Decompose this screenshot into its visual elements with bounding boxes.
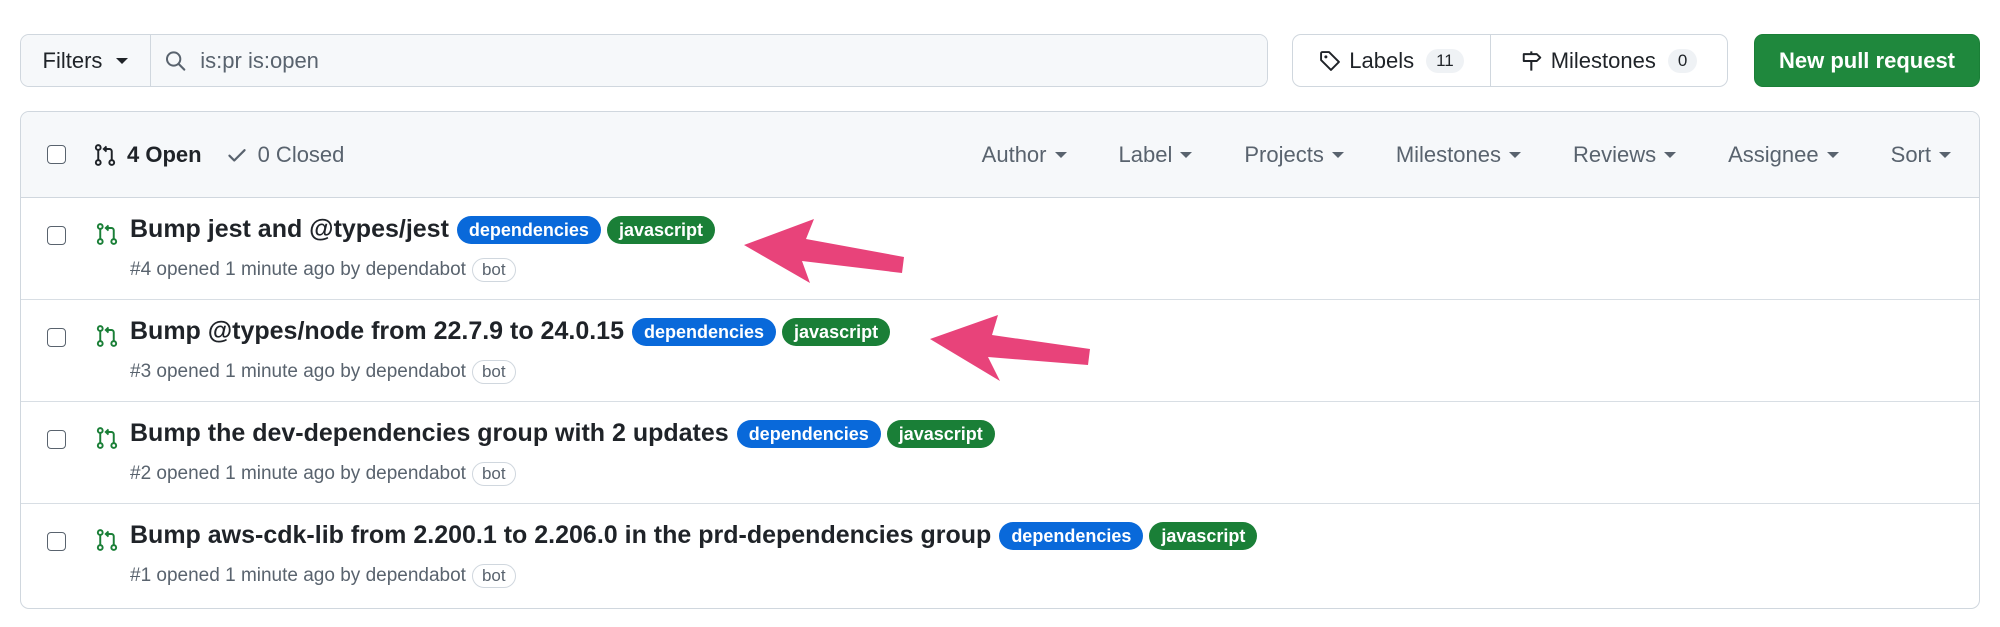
bot-badge: bot: [471, 462, 516, 486]
label-menu-label: Label: [1118, 142, 1173, 167]
milestones-button[interactable]: Milestones 0: [1491, 35, 1727, 86]
pr-meta: #1 opened 1 minute ago by dependabot bot: [130, 564, 516, 588]
label-dependencies[interactable]: dependencies: [736, 419, 881, 448]
closed-count-label: 0 Closed: [257, 142, 345, 167]
label-menu[interactable]: Label: [1119, 142, 1193, 168]
search-wrap: [151, 35, 1267, 86]
git-pull-request-icon: [96, 325, 118, 347]
git-pull-request-icon: [96, 427, 118, 449]
label-javascript[interactable]: javascript: [782, 317, 891, 346]
select-all-checkbox[interactable]: [47, 145, 66, 164]
reviews-menu-label: Reviews: [1572, 142, 1657, 167]
label-javascript[interactable]: javascript: [606, 215, 716, 244]
pr-meta: #4 opened 1 minute ago by dependabot bot: [130, 258, 516, 282]
filters-label: Filters: [42, 47, 103, 73]
search-input[interactable]: [200, 47, 1267, 74]
pr-title-line: Bump jest and @types/jest dependencies j…: [130, 215, 716, 244]
filters-button[interactable]: Filters: [21, 35, 151, 86]
milestones-menu-label: Milestones: [1395, 142, 1501, 167]
table-row: Bump aws-cdk-lib from 2.200.1 to 2.206.0…: [21, 504, 1979, 606]
sort-menu[interactable]: Sort: [1891, 142, 1951, 168]
open-count-label: 4 Open: [127, 142, 202, 167]
milestones-count: 0: [1667, 48, 1698, 73]
pr-meta-text: #1 opened 1 minute ago by dependabot: [130, 565, 466, 586]
reviews-menu[interactable]: Reviews: [1572, 142, 1677, 168]
bot-badge: bot: [471, 564, 516, 588]
open-filter[interactable]: 4 Open: [93, 142, 202, 168]
pr-meta: #2 opened 1 minute ago by dependabot bot: [130, 462, 516, 486]
row-checkbox[interactable]: [47, 532, 66, 551]
pr-title-link[interactable]: Bump the dev-dependencies group with 2 u…: [130, 419, 729, 448]
filter-menus: Author Label Projects Milestones Reviews…: [930, 112, 1951, 198]
pr-title-link[interactable]: Bump aws-cdk-lib from 2.200.1 to 2.206.0…: [130, 521, 991, 550]
bot-badge: bot: [471, 258, 516, 282]
pr-title-line: Bump @types/node from 22.7.9 to 24.0.15 …: [130, 317, 891, 346]
pr-meta: #3 opened 1 minute ago by dependabot bot: [130, 360, 516, 384]
filter-search-group: Filters: [20, 34, 1268, 87]
caret-down-icon: [1180, 152, 1193, 158]
projects-menu[interactable]: Projects: [1244, 142, 1344, 168]
assignee-menu[interactable]: Assignee: [1728, 142, 1839, 168]
annotation-arrow-1: [744, 219, 904, 283]
assignee-menu-label: Assignee: [1728, 142, 1819, 167]
git-pull-request-icon: [94, 144, 116, 166]
label-dependencies[interactable]: dependencies: [456, 215, 601, 244]
annotation-arrow-2: [930, 315, 1090, 381]
table-row: Bump jest and @types/jest dependencies j…: [21, 198, 1979, 300]
milestone-icon: [1522, 50, 1541, 71]
label-dependencies[interactable]: dependencies: [999, 521, 1144, 550]
new-pull-request-label: New pull request: [1778, 47, 1956, 73]
labels-label: Labels: [1349, 47, 1415, 73]
caret-down-icon: [1939, 152, 1951, 158]
pr-title-line: Bump the dev-dependencies group with 2 u…: [130, 419, 995, 448]
git-pull-request-icon: [96, 529, 118, 551]
list-header: 4 Open 0 Closed Author Label Projects Mi…: [21, 112, 1979, 198]
row-checkbox[interactable]: [47, 328, 66, 347]
table-row: Bump the dev-dependencies group with 2 u…: [21, 402, 1979, 504]
pr-meta-text: #4 opened 1 minute ago by dependabot: [130, 259, 466, 280]
pr-meta-text: #3 opened 1 minute ago by dependabot: [130, 361, 466, 382]
projects-menu-label: Projects: [1244, 142, 1324, 167]
caret-down-icon: [116, 57, 129, 64]
new-pull-request-button[interactable]: New pull request: [1754, 34, 1980, 87]
pr-meta-text: #2 opened 1 minute ago by dependabot: [130, 463, 466, 484]
closed-filter[interactable]: 0 Closed: [226, 142, 345, 168]
label-javascript[interactable]: javascript: [886, 419, 995, 448]
caret-down-icon: [1508, 152, 1521, 158]
labels-milestones-group: Labels 11 Milestones 0: [1292, 34, 1728, 87]
pr-title-link[interactable]: Bump jest and @types/jest: [130, 215, 449, 244]
caret-down-icon: [1826, 152, 1839, 158]
labels-button[interactable]: Labels 11: [1293, 35, 1491, 86]
bot-badge: bot: [471, 360, 516, 384]
tag-icon: [1320, 50, 1341, 71]
caret-down-icon: [1664, 152, 1677, 158]
label-javascript[interactable]: javascript: [1149, 521, 1258, 550]
milestones-label: Milestones: [1550, 47, 1656, 73]
sort-menu-label: Sort: [1890, 142, 1931, 167]
label-dependencies[interactable]: dependencies: [631, 317, 777, 346]
row-checkbox[interactable]: [47, 430, 66, 449]
pr-title-link[interactable]: Bump @types/node from 22.7.9 to 24.0.15: [130, 317, 624, 346]
pr-toolbar: Filters Labels 11 Mileston: [20, 34, 1980, 87]
author-menu-label: Author: [981, 142, 1047, 167]
search-icon: [165, 50, 186, 71]
caret-down-icon: [1331, 152, 1344, 158]
state-toggle: 4 Open 0 Closed: [93, 112, 344, 198]
check-icon: [227, 149, 246, 162]
milestones-menu[interactable]: Milestones: [1396, 142, 1521, 168]
author-menu[interactable]: Author: [982, 142, 1067, 168]
row-checkbox[interactable]: [47, 226, 66, 245]
caret-down-icon: [1054, 152, 1067, 158]
git-pull-request-icon: [96, 223, 118, 245]
labels-count: 11: [1426, 48, 1464, 73]
pr-title-line: Bump aws-cdk-lib from 2.200.1 to 2.206.0…: [130, 521, 1258, 550]
